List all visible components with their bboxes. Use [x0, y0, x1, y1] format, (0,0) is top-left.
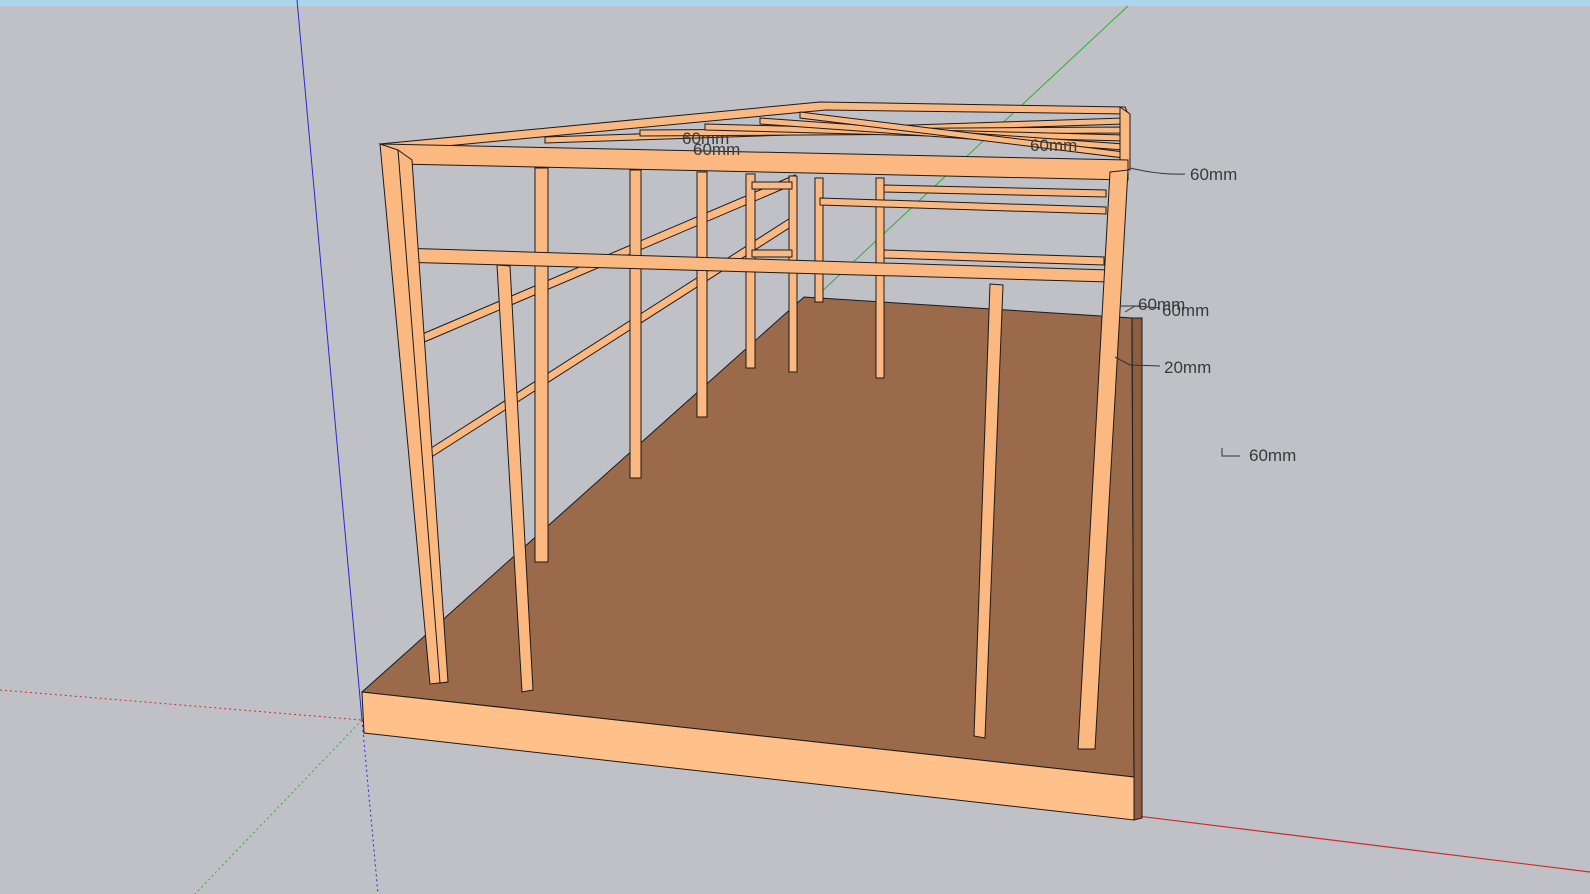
- leader-right-top: [1129, 167, 1186, 175]
- right-rail-mid: [883, 249, 1105, 266]
- leader-right-far: [1221, 448, 1240, 457]
- back-post-1: [814, 177, 824, 303]
- dimension-label: 60mm: [1190, 165, 1237, 184]
- model-viewport[interactable]: 60mm 60mm 60mm 60mm 60mm 60mm 20mm 60mm: [0, 0, 1590, 894]
- blue-axis: [296, 0, 363, 721]
- dimension-label: 20mm: [1164, 358, 1211, 377]
- right-rail-upper: [819, 197, 1107, 215]
- blue-axis-dotted: [361, 719, 379, 894]
- left-post-5: [788, 175, 798, 373]
- left-post-1: [534, 167, 549, 563]
- right-rail-top: [883, 184, 1107, 198]
- back-stud-a: [751, 181, 793, 190]
- back-stud-b: [751, 249, 793, 258]
- dimension-label: 60mm: [1249, 446, 1296, 465]
- left-post-3: [696, 171, 708, 418]
- dimension-label: 60mm: [1162, 301, 1209, 320]
- back-post-2: [875, 177, 885, 379]
- red-axis-dotted: [0, 689, 363, 721]
- left-post-2: [629, 169, 642, 479]
- floor-slab[interactable]: [360, 296, 1143, 821]
- dimension-label: 60mm: [693, 140, 740, 159]
- green-axis-dotted: [194, 719, 363, 894]
- dimension-label: 60mm: [1030, 136, 1077, 155]
- floor-right-edge: [1131, 317, 1143, 821]
